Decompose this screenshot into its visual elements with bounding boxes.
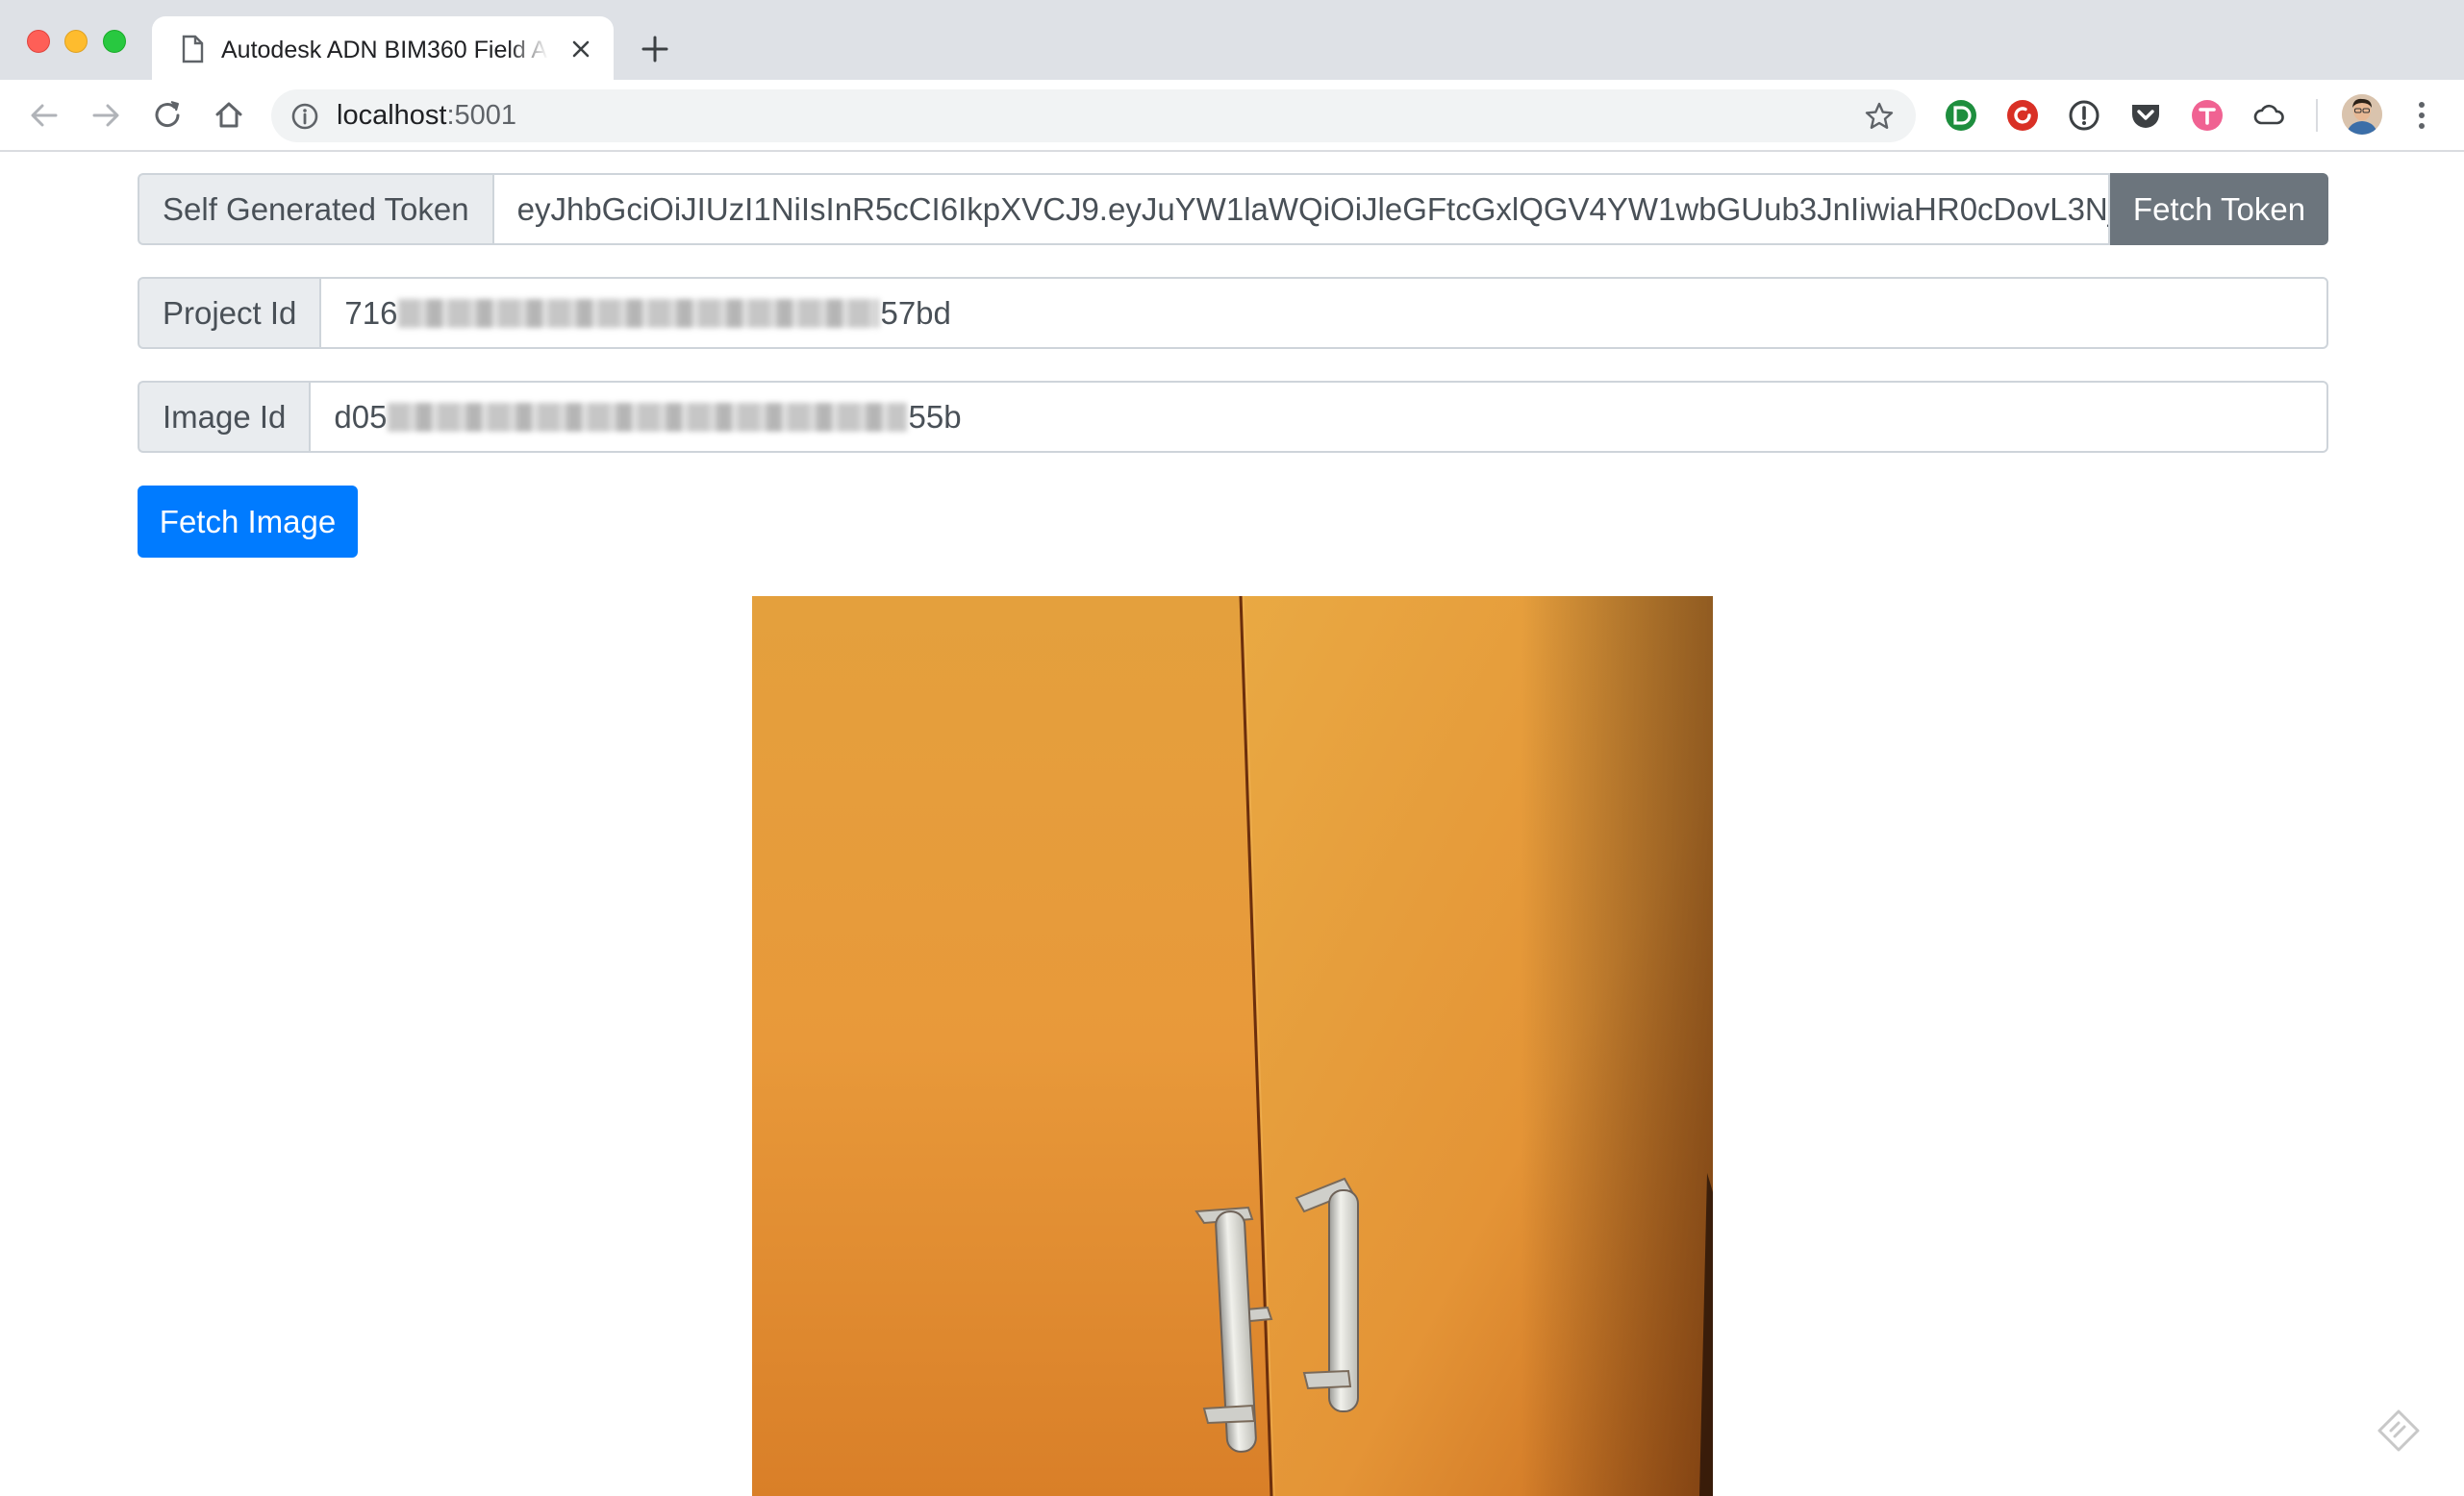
project-id-input[interactable]: 716 57bd	[319, 277, 2328, 349]
tab-title: Autodesk ADN BIM360 Field API Demo	[221, 37, 548, 63]
profile-avatar[interactable]	[2342, 94, 2382, 135]
browser-toolbar: localhost:5001	[0, 80, 2464, 152]
home-icon[interactable]	[210, 96, 248, 135]
browser-tab-active[interactable]: Autodesk ADN BIM360 Field API Demo	[152, 16, 614, 80]
avatar-image	[2342, 94, 2382, 135]
image-id-label: Image Id	[138, 381, 310, 453]
image-id-input-group: Image Id d05 55b	[138, 381, 2328, 453]
image-id-suffix: 55b	[908, 398, 962, 435]
project-id-prefix: 716	[344, 294, 398, 331]
minimize-window-button[interactable]	[64, 30, 88, 53]
close-tab-icon[interactable]	[567, 36, 594, 62]
cloud-icon[interactable]	[2250, 97, 2287, 134]
extension-red-refresh-icon[interactable]	[2004, 97, 2041, 134]
project-id-redacted	[398, 298, 880, 328]
bookmark-star-icon[interactable]	[1864, 101, 1895, 132]
feedback-corner-icon[interactable]	[2376, 1408, 2422, 1454]
address-bar[interactable]: localhost:5001	[271, 89, 1916, 142]
image-id-prefix: d05	[334, 398, 388, 435]
fetch-token-button[interactable]: Fetch Token	[2110, 173, 2328, 245]
extension-password-icon[interactable]	[2066, 97, 2102, 134]
page-icon	[182, 35, 204, 63]
site-info-icon[interactable]	[290, 102, 319, 131]
project-id-suffix: 57bd	[880, 294, 951, 331]
extension-pink-t-icon[interactable]	[2189, 97, 2225, 134]
reload-icon[interactable]	[148, 96, 187, 135]
maximize-window-button[interactable]	[103, 30, 126, 53]
image-id-input[interactable]: d05 55b	[309, 381, 2328, 453]
token-label: Self Generated Token	[138, 173, 492, 245]
close-window-button[interactable]	[27, 30, 50, 53]
token-input[interactable]: eyJhbGciOiJIUzI1NiIsInR5cCI6IkpXVCJ9.eyJ…	[491, 173, 2110, 245]
project-id-input-group: Project Id 716 57bd	[138, 277, 2328, 349]
browser-menu-icon[interactable]	[2408, 97, 2435, 134]
image-id-redacted	[388, 402, 908, 432]
fetched-image	[752, 596, 1713, 1496]
toolbar-divider	[2316, 99, 2318, 132]
fetch-image-button[interactable]: Fetch Image	[138, 486, 358, 558]
url-host: localhost	[337, 100, 447, 131]
extension-green-d-icon[interactable]	[1943, 97, 1979, 134]
browser-tab-strip: Autodesk ADN BIM360 Field API Demo	[0, 0, 2464, 80]
url-text: localhost:5001	[337, 89, 516, 142]
token-input-group: Self Generated Token eyJhbGciOiJIUzI1NiI…	[138, 173, 2328, 245]
new-tab-icon[interactable]	[639, 33, 671, 65]
pocket-icon[interactable]	[2127, 97, 2164, 134]
back-arrow-icon[interactable]	[25, 96, 63, 135]
project-id-label: Project Id	[138, 277, 320, 349]
forward-arrow-icon[interactable]	[87, 96, 125, 135]
url-port: :5001	[446, 100, 517, 131]
cabinet-photo	[752, 596, 1713, 1496]
